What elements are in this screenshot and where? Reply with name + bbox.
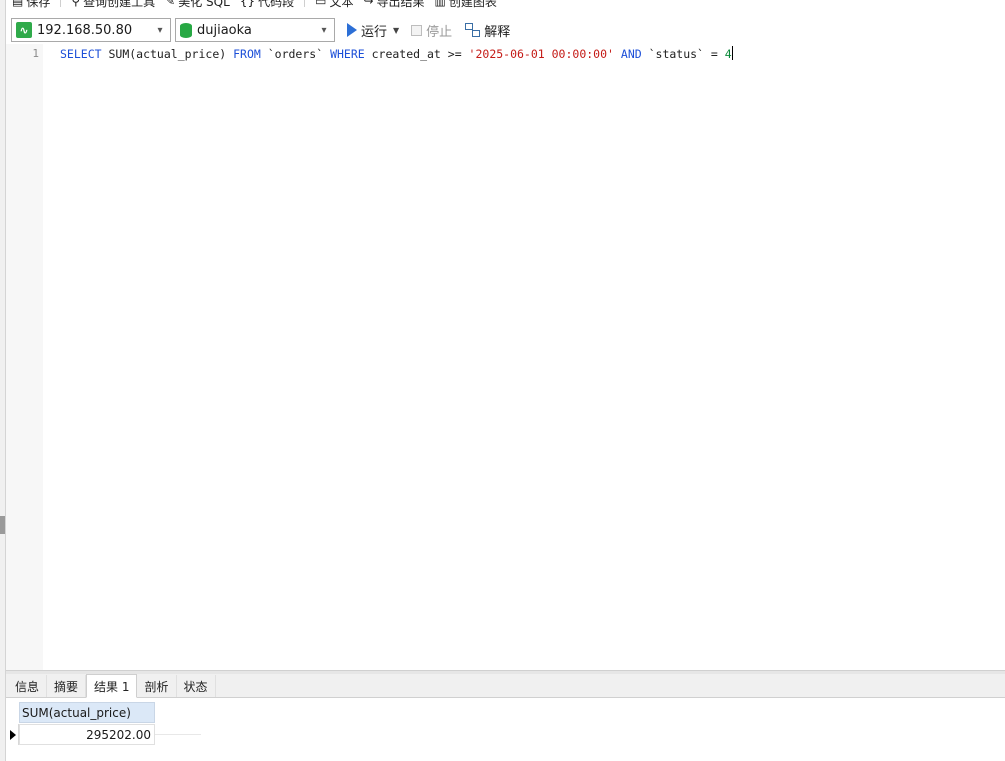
- tab-summary[interactable]: 摘要: [47, 675, 87, 697]
- app-window: ▤ 保存 ⚲ 查询创建工具 ✎ 美化 SQL {} 代码段 ▭ 文本 ↪ 导出结果 ▥ 创建图…: [0, 0, 1005, 761]
- sql-editor[interactable]: 1 SELECT SUM(actual_price) FROM `orders`…: [6, 44, 1005, 670]
- database-select[interactable]: dujiaoka ▾: [175, 18, 335, 42]
- run-dropdown-icon[interactable]: ▼: [393, 26, 399, 35]
- results-grid-area: SUM(actual_price) 295202.00: [6, 698, 1005, 761]
- query-builder-icon: ⚲: [71, 0, 81, 8]
- keyword-select: SELECT: [60, 47, 102, 61]
- database-icon: [180, 22, 192, 38]
- explain-label: 解释: [484, 24, 511, 40]
- query-toolbar: ∿ 192.168.50.80 ▾ dujiaoka ▾ 运行 ▼ 停止 解释: [6, 15, 1005, 45]
- explain-icon: [464, 22, 481, 38]
- line-gutter: 1: [6, 44, 43, 670]
- top-toolbar: ▤ 保存 ⚲ 查询创建工具 ✎ 美化 SQL {} 代码段 ▭ 文本 ↪ 导出结果 ▥ 创建图…: [6, 0, 1005, 8]
- toolbar-separator: [60, 0, 62, 7]
- run-button[interactable]: 运行 ▼: [343, 18, 403, 42]
- keyword-where: WHERE: [330, 47, 365, 61]
- current-row-icon: [10, 729, 16, 740]
- splitter-grip[interactable]: [0, 516, 5, 534]
- code-line[interactable]: SELECT SUM(actual_price) FROM `orders` W…: [60, 46, 733, 61]
- code-text: `status` =: [641, 47, 725, 61]
- stop-button[interactable]: 停止: [407, 18, 456, 42]
- keyword-from: FROM: [233, 47, 261, 61]
- result-cell[interactable]: 295202.00: [19, 724, 155, 745]
- column-header[interactable]: SUM(actual_price): [19, 702, 155, 723]
- tab-info[interactable]: 信息: [8, 675, 48, 697]
- tab-profile[interactable]: 剖析: [137, 675, 177, 697]
- line-number: 1: [32, 47, 39, 60]
- connection-icon: ∿: [16, 22, 32, 38]
- code-snippet-icon: {}: [239, 0, 256, 8]
- keyword-and: AND: [620, 47, 642, 61]
- connection-label: 192.168.50.80: [37, 22, 133, 38]
- explain-button[interactable]: 解释: [460, 18, 514, 42]
- chevron-down-icon: ▾: [321, 24, 327, 36]
- save-button[interactable]: ▤ 保存: [12, 0, 50, 8]
- toolbar-separator: [304, 0, 306, 7]
- play-icon: [347, 23, 357, 37]
- beautify-icon: ✎: [165, 0, 176, 8]
- database-label: dujiaoka: [197, 22, 252, 38]
- chart-icon: ▥: [434, 0, 446, 8]
- create-chart-button[interactable]: ▥ 创建图表: [435, 0, 497, 8]
- code-text: SUM(actual_price): [101, 47, 234, 61]
- text-button[interactable]: ▭ 文本: [315, 0, 353, 8]
- number-literal: 4: [724, 47, 732, 61]
- export-icon: ↪: [363, 0, 374, 8]
- chevron-down-icon: ▾: [157, 24, 163, 36]
- result-tabs: 信息 摘要 结果 1 剖析 状态: [6, 674, 1005, 698]
- save-icon: ▤: [12, 0, 24, 8]
- tab-status[interactable]: 状态: [177, 675, 216, 697]
- stop-label: 停止: [426, 24, 453, 40]
- beautify-sql-button[interactable]: ✎ 美化 SQL: [165, 0, 230, 8]
- code-text: `orders`: [260, 47, 331, 61]
- query-builder-button[interactable]: ⚲ 查询创建工具: [71, 0, 155, 8]
- code-text: created_at >=: [364, 47, 469, 61]
- string-literal: '2025-06-01 00:00:00': [468, 47, 614, 61]
- connection-select[interactable]: ∿ 192.168.50.80 ▾: [11, 18, 171, 42]
- stop-icon: [411, 24, 423, 36]
- text-icon: ▭: [315, 0, 327, 8]
- export-results-button[interactable]: ↪ 导出结果: [363, 0, 424, 8]
- run-label: 运行: [361, 24, 388, 40]
- grid-line: [155, 734, 201, 735]
- row-indicator[interactable]: [8, 724, 19, 745]
- code-snippet-button[interactable]: {} 代码段: [240, 0, 294, 8]
- text-cursor: [731, 46, 733, 60]
- tab-result-1[interactable]: 结果 1: [86, 674, 138, 698]
